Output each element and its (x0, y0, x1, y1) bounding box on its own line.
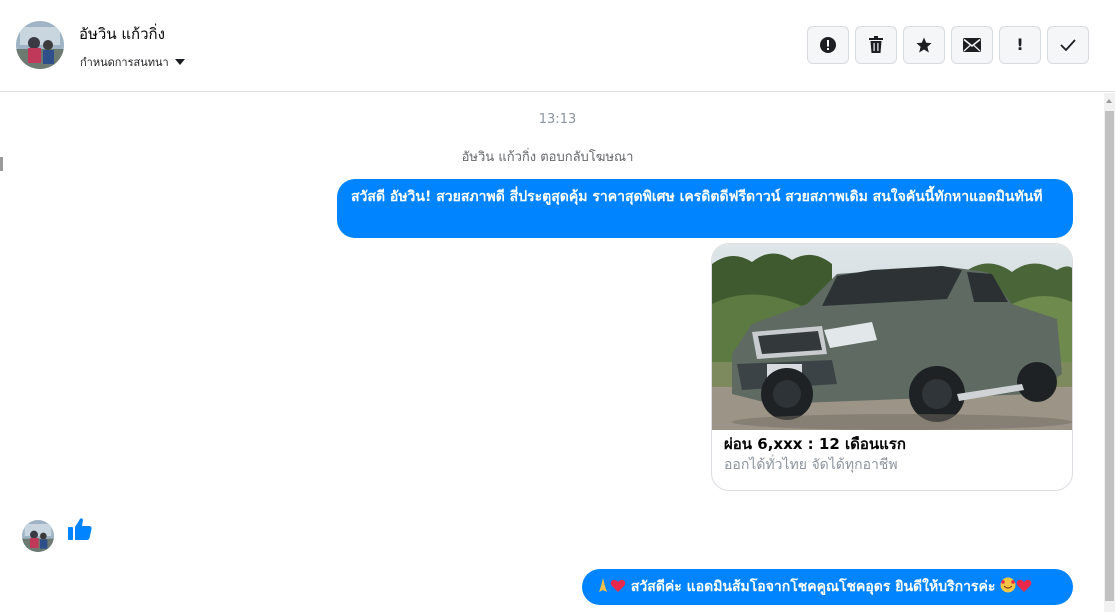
conversation-header: อัษวิน แก้วกิ่ง กำหนดการสนทนา ! (0, 0, 1115, 92)
folded-hands-emoji-icon (599, 578, 607, 592)
star-icon (916, 37, 932, 53)
scroll-up-arrow-icon[interactable] (1106, 99, 1112, 103)
contact-avatar[interactable] (16, 21, 64, 69)
greeting-text: สวัสดีค่ะ แอดมินส้มโอจากโชคคูณโชคอุดร ยิ… (630, 579, 996, 595)
ad-card-title: ผ่อน 6,xxx : 12 เดือนแรก (724, 435, 906, 453)
header-actions: ! (807, 26, 1089, 64)
assign-conversation-dropdown[interactable]: กำหนดการสนทนา (80, 53, 185, 71)
delete-button[interactable] (855, 26, 897, 64)
exclamation-circle-icon (820, 37, 836, 53)
assign-conversation-label: กำหนดการสนทนา (80, 56, 169, 69)
trash-icon (869, 36, 883, 53)
mark-done-button[interactable] (1047, 26, 1089, 64)
check-icon (1060, 39, 1076, 51)
message-timestamp: 13:13 (538, 112, 577, 127)
smiling-hearts-emoji-icon (1000, 577, 1016, 593)
contact-avatar-small (22, 520, 54, 552)
red-heart-emoji-icon (1016, 579, 1032, 592)
star-button[interactable] (903, 26, 945, 64)
outgoing-message[interactable]: สวัสดี อัษวิน! สวยสภาพดี สี่ประตูสุดคุ้ม… (337, 179, 1073, 238)
ad-car-photo (712, 244, 1072, 430)
ad-reply-note: อัษวิน แก้วกิ่ง ตอบกลับโฆษณา (461, 150, 634, 165)
ad-card[interactable]: ผ่อน 6,xxx : 12 เดือนแรก ออกได้ทั่วไทย จ… (711, 243, 1073, 491)
red-heart-emoji-icon (610, 579, 626, 592)
scrollbar-thumb[interactable] (1105, 111, 1114, 601)
follow-up-button[interactable]: ! (999, 26, 1041, 64)
envelope-icon (963, 38, 981, 52)
mark-spam-button[interactable] (807, 26, 849, 64)
outgoing-message-greeting[interactable]: สวัสดีค่ะ แอดมินส้มโอจากโชคคูณโชคอุดร ยิ… (582, 569, 1073, 605)
caret-down-icon (174, 59, 185, 65)
exclamation-icon: ! (1016, 35, 1024, 54)
contact-name[interactable]: อัษวิน แก้วกิ่ง (79, 22, 165, 46)
ad-card-subtitle: ออกได้ทั่วไทย จัดได้ทุกอาชีพ (724, 457, 898, 473)
thumbs-up-icon[interactable] (67, 516, 93, 542)
mark-unread-button[interactable] (951, 26, 993, 64)
